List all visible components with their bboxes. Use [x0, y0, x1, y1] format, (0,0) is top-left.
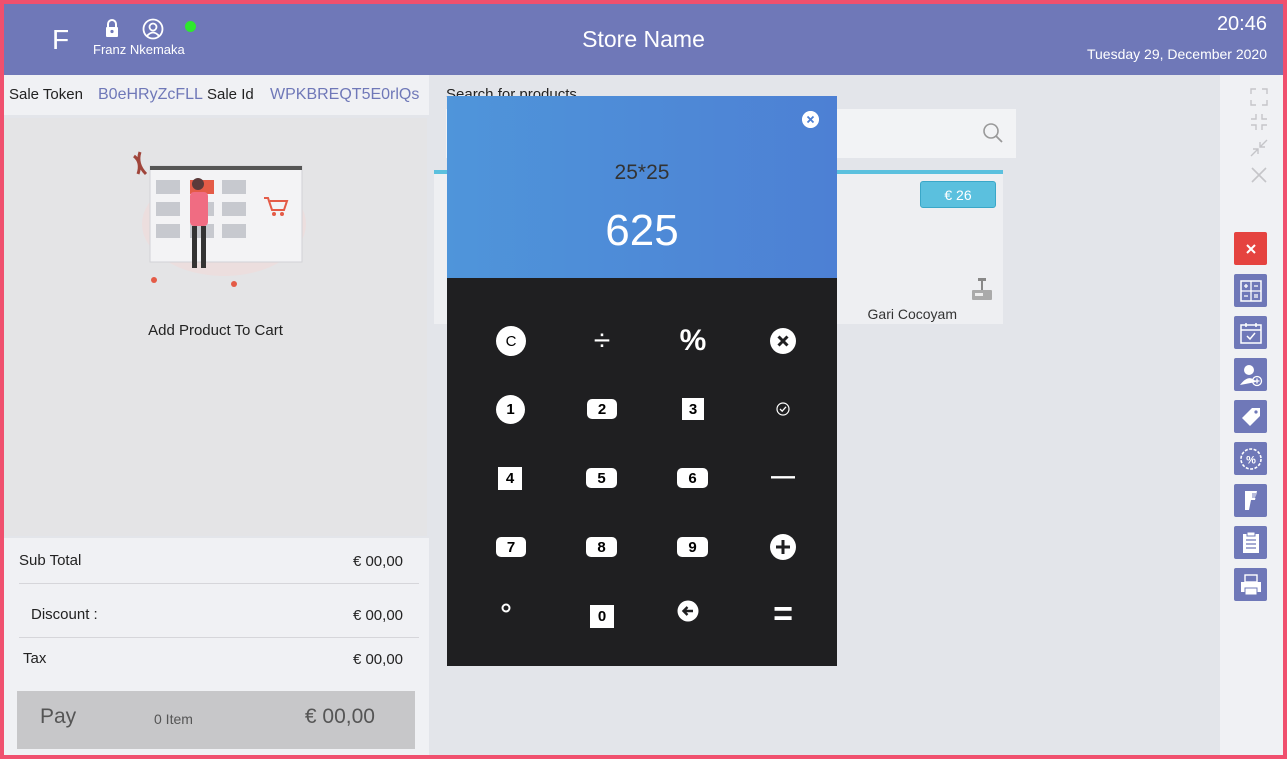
sale-token-label: Sale Token — [9, 86, 83, 103]
fullscreen-icon[interactable] — [1250, 88, 1268, 106]
svg-text:%: % — [1246, 454, 1256, 466]
key-delete-icon[interactable] — [769, 327, 797, 355]
cancel-sale-button[interactable] — [1234, 232, 1267, 265]
pay-button[interactable]: Pay 0 Item € 00,00 — [17, 691, 415, 749]
close-icon — [1245, 243, 1256, 254]
barcode-scanner-icon — [1244, 490, 1257, 510]
calculator-icon — [1239, 279, 1262, 302]
key-8[interactable]: 8 — [586, 537, 617, 557]
key-3[interactable]: 3 — [682, 398, 704, 420]
calendar-icon — [1239, 322, 1262, 344]
tax-row: Tax € 00,00 — [19, 638, 419, 682]
exit-fullscreen-icon[interactable] — [1250, 113, 1268, 131]
key-percent[interactable]: % — [677, 322, 709, 360]
sub-total-label: Sub Total — [19, 552, 82, 569]
sub-total-value: € 00,00 — [352, 553, 403, 570]
tax-value: € 00,00 — [352, 651, 403, 668]
discount-row[interactable]: Discount : € 00,00 — [19, 594, 419, 638]
discount-label: Discount : — [31, 606, 98, 623]
current-date: Tuesday 29, December 2020 — [1086, 46, 1267, 62]
add-product-message: Add Product To Cart — [148, 322, 283, 339]
barcode-scanner-button[interactable] — [1234, 484, 1267, 517]
close-calculator-icon[interactable] — [802, 111, 819, 128]
key-divide[interactable]: ÷ — [587, 322, 617, 360]
discount-value: € 00,00 — [352, 607, 403, 624]
search-icon[interactable] — [982, 122, 1004, 144]
price-badge: € 26 — [920, 181, 996, 208]
print-button[interactable] — [1234, 568, 1267, 601]
key-9[interactable]: 9 — [677, 537, 708, 557]
key-equals[interactable]: = — [765, 595, 801, 633]
discount-badge-icon: % — [1239, 447, 1262, 470]
key-decimal-icon[interactable] — [501, 603, 511, 613]
clock-time: 20:46 — [1216, 13, 1267, 35]
add-user-icon — [1239, 364, 1262, 386]
clipboard-icon — [1242, 531, 1259, 553]
key-7[interactable]: 7 — [496, 537, 526, 557]
calculator-display: 25*25 625 — [447, 96, 837, 278]
sale-token-value: B0eHRyZcFLL — [98, 86, 203, 103]
top-header: F Franz Nkemaka Store Name 20:46 Tuesday… — [4, 4, 1283, 75]
right-toolbar: % — [1220, 75, 1283, 755]
item-count: 0 Item — [154, 711, 193, 727]
key-backspace-icon[interactable] — [677, 600, 699, 622]
cart-area: Add Product To Cart — [4, 118, 427, 536]
empty-cart-illustration — [133, 151, 306, 287]
key-0[interactable]: 0 — [590, 605, 614, 628]
calendar-button[interactable] — [1234, 316, 1267, 349]
key-6[interactable]: 6 — [677, 468, 708, 488]
calculator-button[interactable] — [1234, 274, 1267, 307]
totals-panel: Sub Total € 00,00 Discount : € 00,00 Tax… — [4, 538, 429, 755]
minimize-icon[interactable] — [1250, 139, 1268, 157]
key-check-icon[interactable] — [776, 402, 790, 416]
calculator-keypad: C ÷ % 1 2 3 4 5 6 — 7 8 9 0 = — [447, 278, 837, 666]
sale-id-value: WPKBREQT5E0rlQs — [270, 86, 420, 103]
calculator-result: 625 — [605, 206, 679, 255]
key-plus-icon[interactable] — [769, 533, 797, 561]
key-clear[interactable]: C — [496, 326, 526, 356]
scale-icon — [972, 278, 992, 300]
key-4[interactable]: 4 — [498, 467, 522, 490]
key-5[interactable]: 5 — [586, 468, 617, 488]
discount-button[interactable]: % — [1234, 442, 1267, 475]
printer-icon — [1240, 573, 1261, 595]
tax-label: Tax — [23, 650, 47, 667]
sale-token-bar: Sale Token B0eHRyZcFLL Sale Id WPKBREQT5… — [4, 75, 429, 115]
calculator-expression: 25*25 — [614, 161, 670, 184]
tag-button[interactable] — [1234, 400, 1267, 433]
pay-label: Pay — [40, 705, 77, 728]
key-2[interactable]: 2 — [587, 399, 617, 419]
sub-total-row: Sub Total € 00,00 — [19, 540, 419, 584]
calculator-modal: 25*25 625 C ÷ % 1 2 3 4 5 6 — 7 8 9 0 = — [447, 96, 837, 666]
add-customer-button[interactable] — [1234, 358, 1267, 391]
close-window-icon[interactable] — [1250, 166, 1268, 184]
pay-amount: € 00,00 — [304, 705, 375, 728]
product-name: Gari Cocoyam — [867, 306, 957, 322]
tag-icon — [1241, 407, 1260, 426]
key-1[interactable]: 1 — [496, 395, 525, 424]
orders-button[interactable] — [1234, 526, 1267, 559]
sale-id-label: Sale Id — [207, 86, 254, 103]
key-minus[interactable]: — — [767, 462, 799, 492]
